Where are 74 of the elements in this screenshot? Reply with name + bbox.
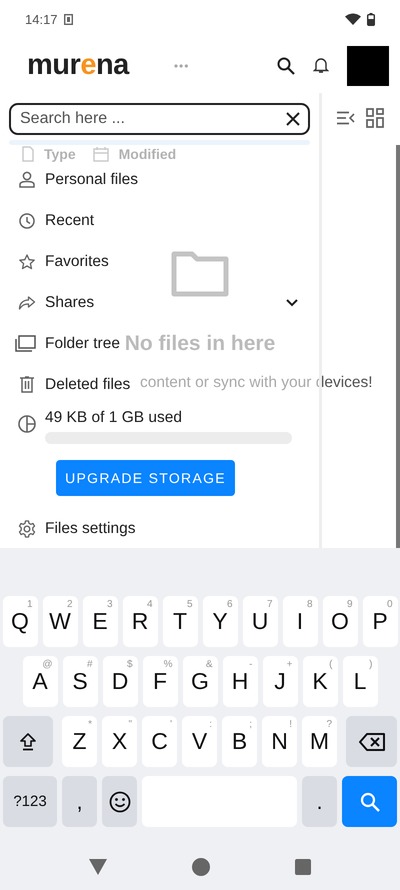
search-icon: [360, 792, 380, 812]
keyboard-key[interactable]: X ": [102, 716, 137, 767]
empty-subtitle: content or sync with your devices!: [140, 374, 373, 392]
scrollbar[interactable]: [396, 145, 400, 548]
drawer-item[interactable]: Deleted files: [45, 376, 130, 394]
settings-icon: [18, 520, 36, 538]
keyboard-key[interactable]: C ': [142, 716, 177, 767]
keyboard-key[interactable]: U 7: [242, 596, 278, 647]
folders-icon: [15, 335, 36, 352]
calendar-icon: [92, 146, 109, 162]
keyboard-key[interactable]: N !: [262, 716, 297, 767]
keyboard-key[interactable]: Z *: [62, 716, 97, 767]
chevron-down-icon[interactable]: [286, 298, 298, 306]
keyboard-key[interactable]: S #: [62, 656, 98, 707]
search-field[interactable]: Search here ...: [9, 103, 310, 135]
keyboard-key[interactable]: R 4: [122, 596, 158, 647]
emoji-key[interactable]: [102, 776, 137, 827]
shift-icon: [20, 732, 36, 750]
status-time: 14:17: [25, 12, 58, 26]
keyboard-key[interactable]: O 9: [322, 596, 358, 647]
home-icon[interactable]: [192, 858, 210, 876]
wifi-icon: [345, 13, 361, 25]
symbols-key[interactable]: ?123: [3, 776, 57, 827]
battery-icon: [367, 12, 375, 26]
drawer-item[interactable]: Recent: [45, 212, 94, 230]
file-icon: [22, 146, 34, 162]
keyboard-key[interactable]: W 2: [42, 596, 78, 647]
drawer-item[interactable]: Files settings: [45, 520, 136, 538]
logo: murena: [27, 49, 129, 82]
period-key[interactable]: .: [302, 776, 337, 827]
pie-chart-icon: [18, 415, 36, 433]
list-collapse-icon[interactable]: [337, 111, 355, 125]
keyboard-key[interactable]: D $: [102, 656, 138, 707]
upgrade-storage-button[interactable]: UPGRADE STORAGE: [56, 460, 235, 496]
keyboard-key[interactable]: T 5: [162, 596, 198, 647]
storage-usage: 49 KB of 1 GB used: [45, 409, 184, 427]
shift-key[interactable]: [3, 716, 53, 767]
keyboard-key[interactable]: L ): [342, 656, 378, 707]
drawer-item[interactable]: Shares: [45, 294, 94, 312]
keyboard-key[interactable]: V :: [182, 716, 217, 767]
bell-icon[interactable]: [313, 57, 329, 74]
comma-key[interactable]: ,: [62, 776, 97, 827]
share-icon: [18, 296, 36, 310]
keyboard-key[interactable]: J +: [262, 656, 298, 707]
keyboard-key[interactable]: B ;: [222, 716, 257, 767]
drawer-item[interactable]: Favorites: [45, 252, 109, 270]
star-icon: [18, 254, 36, 270]
search-key[interactable]: [342, 776, 397, 827]
backspace-icon: [358, 732, 384, 750]
keyboard-key[interactable]: K (: [302, 656, 338, 707]
keyboard-key[interactable]: E 3: [82, 596, 118, 647]
keyboard-key[interactable]: Y 6: [202, 596, 238, 647]
trash-icon: [18, 376, 36, 393]
clock-icon: [18, 212, 36, 228]
keyboard-key[interactable]: Q 1: [2, 596, 38, 647]
close-icon[interactable]: [286, 112, 300, 126]
keyboard-key[interactable]: F %: [142, 656, 178, 707]
keyboard-key[interactable]: P 0: [362, 596, 398, 647]
empty-title: No files in here: [124, 332, 276, 356]
backspace-key[interactable]: [346, 716, 397, 767]
person-icon: [18, 171, 36, 188]
drawer-item[interactable]: Folder tree: [45, 334, 120, 352]
keyboard-key[interactable]: A @: [22, 656, 58, 707]
keyboard-key[interactable]: M ?: [302, 716, 337, 767]
drawer-item[interactable]: Personal files: [45, 170, 138, 188]
grid-view-icon[interactable]: [366, 108, 384, 128]
keyboard-key[interactable]: G &: [182, 656, 218, 707]
search-icon[interactable]: [277, 56, 295, 74]
sim-card-icon: [64, 14, 73, 24]
keyboard-key[interactable]: H -: [222, 656, 258, 707]
folder-icon: [171, 251, 229, 297]
keyboard-key[interactable]: I 8: [282, 596, 318, 647]
back-icon[interactable]: [89, 859, 107, 875]
smiley-icon: [108, 790, 130, 812]
